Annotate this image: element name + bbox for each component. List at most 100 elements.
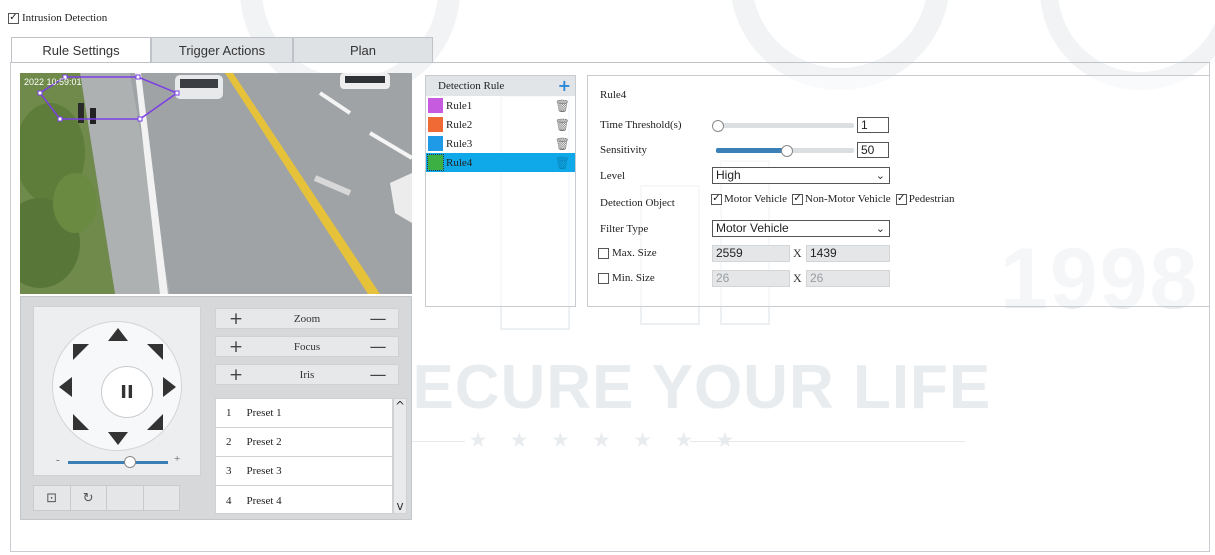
max-size-width-input[interactable]: 2559	[712, 245, 790, 262]
rule-name: Rule1	[446, 99, 473, 112]
down-right-arrow-icon[interactable]	[147, 414, 163, 430]
up-left-arrow-icon[interactable]	[73, 344, 89, 360]
time-threshold-knob[interactable]	[712, 120, 724, 132]
preset-item[interactable]: 1 Preset 1	[216, 399, 392, 428]
detection-rule-list: Detection Rule + Rule1 🗑 Rule2 🗑 Rule3 🗑 Rule4…	[425, 75, 576, 307]
tab-rule-settings[interactable]: Rule Settings	[11, 37, 151, 63]
up-right-arrow-icon[interactable]	[147, 344, 163, 360]
rule-item-3[interactable]: Rule3 🗑	[426, 134, 575, 153]
live-video[interactable]: 2022 10:59:01	[20, 73, 412, 294]
detection-object-options: ✓ Motor Vehicle ✓ Non-Motor Vehicle ✓ Pedes…	[711, 193, 960, 205]
ptz-speed-knob[interactable]	[124, 456, 136, 468]
delete-rule-icon[interactable]: 🗑	[555, 118, 570, 132]
pedestrian-option[interactable]: ✓ Pedestrian	[895, 193, 955, 205]
zoom-in-button[interactable]: +	[216, 309, 256, 329]
iris-control: + Iris —	[215, 364, 399, 385]
rule-color-swatch[interactable]	[428, 98, 443, 113]
delete-rule-icon[interactable]: 🗑	[555, 137, 570, 151]
time-threshold-track[interactable]	[716, 123, 854, 128]
sensitivity-label: Sensitivity	[600, 144, 648, 156]
sensitivity-knob[interactable]	[781, 145, 793, 157]
ptz-panel: II - + ⊡ ↻ + Zoom — + Focus — + Iris — 1…	[20, 296, 412, 520]
scroll-down-icon[interactable]: v	[396, 499, 403, 513]
focus-out-button[interactable]: —	[358, 337, 398, 357]
sensitivity-input[interactable]: 50	[857, 142, 889, 158]
preset-item[interactable]: 3 Preset 3	[216, 457, 392, 486]
intrusion-detection-checkbox[interactable]: ✓	[8, 12, 19, 24]
non-motor-vehicle-option[interactable]: ✓ Non-Motor Vehicle	[792, 193, 891, 205]
min-size-option[interactable]: Min. Size	[598, 272, 655, 284]
down-arrow-icon[interactable]	[108, 432, 128, 445]
min-size-width-input[interactable]: 26	[712, 270, 790, 287]
rule-name: Rule2	[446, 118, 473, 131]
level-value: High	[716, 168, 741, 182]
pause-button[interactable]: II	[101, 366, 153, 418]
pedestrian-checkbox[interactable]: ✓	[895, 193, 907, 205]
focus-in-button[interactable]: +	[216, 337, 256, 357]
rule-item-1[interactable]: Rule1 🗑	[426, 96, 575, 115]
max-size-option[interactable]: Max. Size	[598, 247, 657, 259]
chevron-down-icon: ⌄	[875, 169, 885, 182]
focus-label: Focus	[293, 340, 321, 353]
rule-color-swatch[interactable]	[427, 154, 444, 171]
filter-type-select[interactable]: Motor Vehicle ⌄	[712, 220, 890, 237]
preset-number: 3	[226, 465, 232, 477]
pedestrian-label: Pedestrian	[908, 193, 955, 205]
preset-item[interactable]: 4 Preset 4	[216, 486, 392, 515]
ptz-direction-pad: II - +	[33, 306, 201, 476]
refresh-icon[interactable]: ↻	[71, 486, 107, 510]
ptz-extra-button-2[interactable]	[144, 486, 180, 510]
motor-vehicle-option[interactable]: ✓ Motor Vehicle	[711, 193, 787, 205]
iris-close-button[interactable]: —	[358, 365, 398, 385]
rule-color-swatch[interactable]	[428, 136, 443, 151]
detection-rule-header: Detection Rule +	[426, 76, 575, 96]
preset-item[interactable]: 2 Preset 2	[216, 428, 392, 457]
min-size-checkbox[interactable]	[598, 272, 609, 284]
preset-list: 1 Preset 1 2 Preset 2 3 Preset 3 4 Preset 4	[215, 398, 393, 514]
intrusion-detection-toggle[interactable]: ✓ Intrusion Detection	[8, 12, 107, 24]
up-arrow-icon[interactable]	[108, 328, 128, 341]
level-select[interactable]: High ⌄	[712, 167, 890, 184]
preset-scrollbar[interactable]: ^ v	[393, 398, 407, 514]
max-size-height-input[interactable]: 1439	[806, 245, 890, 262]
filter-type-value: Motor Vehicle	[716, 221, 789, 235]
right-arrow-icon[interactable]	[163, 377, 176, 397]
rule-settings-form	[587, 75, 1210, 307]
delete-rule-icon[interactable]: 🗑	[555, 99, 570, 113]
ptz-action-buttons: ⊡ ↻	[33, 485, 180, 511]
motor-vehicle-checkbox[interactable]: ✓	[711, 193, 722, 205]
non-motor-vehicle-checkbox[interactable]: ✓	[792, 193, 804, 205]
chevron-down-icon: ⌄	[875, 222, 885, 235]
min-size-x-label: X	[793, 271, 802, 285]
time-threshold-input[interactable]: 1	[857, 117, 889, 133]
level-label: Level	[600, 170, 626, 182]
delete-rule-icon[interactable]: 🗑	[555, 156, 570, 170]
down-left-arrow-icon[interactable]	[73, 414, 89, 430]
preset-number: 4	[226, 494, 232, 507]
max-size-checkbox[interactable]	[598, 247, 609, 259]
iris-open-button[interactable]: +	[216, 365, 256, 385]
intrusion-detection-label: Intrusion Detection	[22, 12, 108, 24]
scroll-up-icon[interactable]: ^	[395, 399, 405, 413]
rule-item-2[interactable]: Rule2 🗑	[426, 115, 575, 134]
zoom-out-button[interactable]: —	[358, 309, 398, 329]
ptz-extra-button-1[interactable]	[107, 486, 144, 510]
add-rule-icon[interactable]: +	[558, 78, 571, 94]
filter-type-label: Filter Type	[600, 223, 649, 235]
direction-ring: II	[52, 321, 182, 451]
speed-plus-label: +	[174, 453, 181, 465]
iris-label: Iris	[299, 368, 315, 381]
rule-name: Rule4	[446, 156, 473, 169]
tab-plan[interactable]: Plan	[293, 37, 433, 62]
left-arrow-icon[interactable]	[59, 377, 72, 397]
rule-color-swatch[interactable]	[428, 117, 443, 132]
time-threshold-label: Time Threshold(s)	[600, 119, 682, 131]
tab-trigger-actions[interactable]: Trigger Actions	[151, 37, 293, 62]
ptz-speed-slider[interactable]	[68, 456, 168, 468]
rule-name: Rule3	[446, 137, 473, 150]
lock-icon[interactable]: ⊡	[34, 486, 71, 510]
rule-item-4[interactable]: Rule4 🗑	[426, 153, 575, 172]
video-timestamp: 2022 10:59:01	[24, 77, 82, 87]
min-size-height-input[interactable]: 26	[806, 270, 890, 287]
preset-number: 2	[226, 436, 232, 448]
